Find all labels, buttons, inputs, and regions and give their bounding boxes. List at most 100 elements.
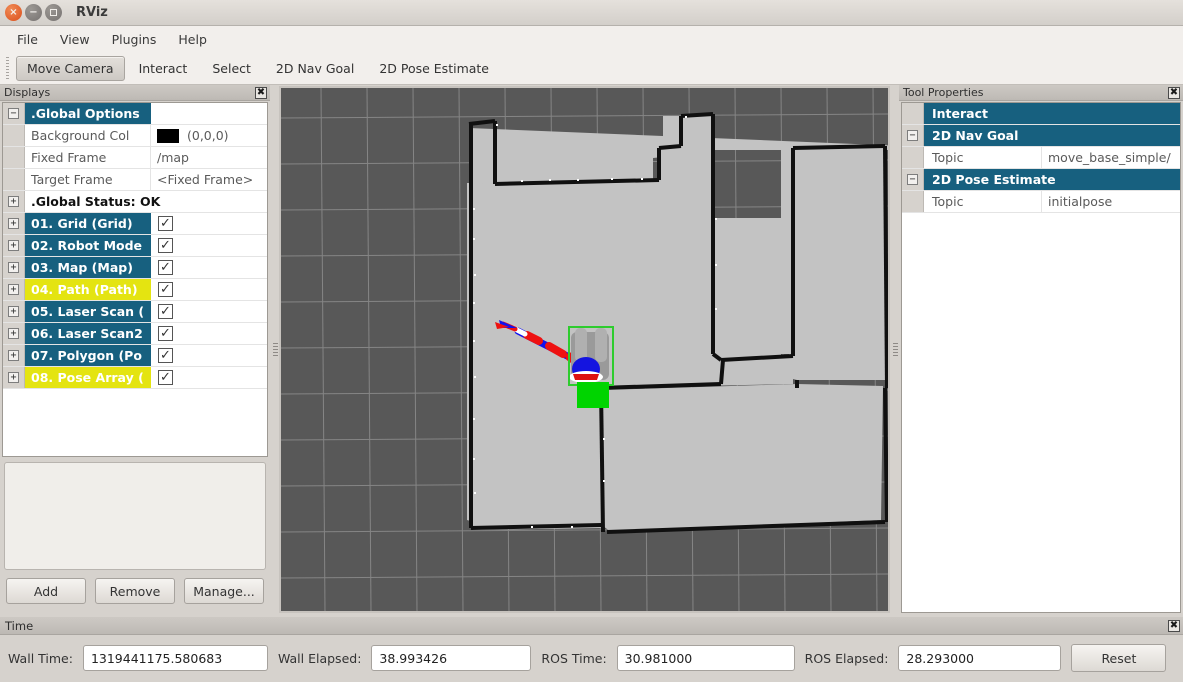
display-item-value[interactable]: ✓ — [151, 235, 267, 256]
enable-checkbox[interactable]: ✓ — [158, 238, 173, 253]
display-item-value[interactable]: ✓ — [151, 367, 267, 388]
table-row[interactable]: Background Col(0,0,0) — [3, 125, 267, 147]
display-item-value[interactable]: <Fixed Frame> — [151, 169, 267, 190]
tool-2d-pose-estimate[interactable]: 2D Pose Estimate — [368, 56, 500, 81]
display-item-label: 02. Robot Mode — [25, 235, 151, 256]
expand-icon[interactable]: + — [8, 306, 19, 317]
table-row[interactable]: +07. Polygon (Po✓ — [3, 345, 267, 367]
ros-elapsed-value[interactable]: 28.293000 — [898, 645, 1061, 671]
wall-elapsed-value[interactable]: 38.993426 — [371, 645, 531, 671]
table-row[interactable]: +04. Path (Path)✓ — [3, 279, 267, 301]
table-row[interactable]: +06. Laser Scan2✓ — [3, 323, 267, 345]
display-item-value[interactable]: ✓ — [151, 257, 267, 278]
table-row[interactable]: +01. Grid (Grid)✓ — [3, 213, 267, 235]
color-value-text: (0,0,0) — [187, 128, 229, 143]
tool-interact[interactable]: Interact — [128, 56, 199, 81]
menu-help[interactable]: Help — [169, 29, 216, 50]
render-viewport[interactable] — [279, 86, 890, 613]
reset-button[interactable]: Reset — [1071, 644, 1166, 672]
table-row[interactable]: Interact — [902, 103, 1180, 125]
display-item-value[interactable] — [151, 103, 267, 124]
display-item-value[interactable]: ✓ — [151, 213, 267, 234]
close-window-icon[interactable]: × — [5, 4, 22, 21]
close-icon[interactable]: ✖ — [1168, 87, 1180, 99]
maximize-window-icon[interactable] — [45, 4, 62, 21]
display-item-value[interactable]: ✓ — [151, 345, 267, 366]
close-icon[interactable]: ✖ — [255, 87, 267, 99]
row-gutter: + — [3, 323, 25, 344]
tool-move-camera[interactable]: Move Camera — [16, 56, 125, 81]
color-swatch[interactable] — [157, 129, 179, 143]
tool-select[interactable]: Select — [201, 56, 262, 81]
menu-view[interactable]: View — [51, 29, 99, 50]
display-item-label: 08. Pose Array ( — [25, 367, 151, 388]
display-item-value[interactable]: ✓ — [151, 323, 267, 344]
row-gutter: + — [3, 213, 25, 234]
add-button[interactable]: Add — [6, 578, 86, 604]
expand-icon[interactable]: + — [8, 240, 19, 251]
collapse-icon[interactable]: − — [907, 174, 918, 185]
display-item-value[interactable]: ✓ — [151, 279, 267, 300]
tool-property-value[interactable]: initialpose — [1042, 191, 1180, 212]
tool-property-label: Topic — [924, 147, 1042, 168]
table-row[interactable]: +02. Robot Mode ✓ — [3, 235, 267, 257]
remove-button[interactable]: Remove — [95, 578, 175, 604]
display-item-label: .Global Options — [25, 103, 151, 124]
table-row[interactable]: +.Global Status: OK — [3, 191, 267, 213]
tool-2d-nav-goal[interactable]: 2D Nav Goal — [265, 56, 365, 81]
table-row[interactable]: −.Global Options — [3, 103, 267, 125]
enable-checkbox[interactable]: ✓ — [158, 348, 173, 363]
display-item-value[interactable]: (0,0,0) — [151, 125, 267, 146]
expand-icon[interactable]: + — [8, 372, 19, 383]
minimize-window-icon[interactable]: − — [25, 4, 42, 21]
enable-checkbox[interactable]: ✓ — [158, 304, 173, 319]
menu-file[interactable]: File — [8, 29, 47, 50]
title-bar: × − RViz — [0, 0, 1183, 26]
expand-icon[interactable]: + — [8, 328, 19, 339]
enable-checkbox[interactable]: ✓ — [158, 326, 173, 341]
enable-checkbox[interactable]: ✓ — [158, 260, 173, 275]
table-row[interactable]: −2D Nav Goal — [902, 125, 1180, 147]
table-row[interactable]: Topicmove_base_simple/ — [902, 147, 1180, 169]
row-gutter — [3, 147, 25, 168]
splitter-grip — [893, 343, 898, 357]
table-row[interactable]: +03. Map (Map)✓ — [3, 257, 267, 279]
table-row[interactable]: Topicinitialpose — [902, 191, 1180, 213]
manage-button[interactable]: Manage... — [184, 578, 264, 604]
display-item-value[interactable] — [211, 191, 267, 212]
enable-checkbox[interactable]: ✓ — [158, 216, 173, 231]
row-gutter: + — [3, 367, 25, 388]
enable-checkbox[interactable]: ✓ — [158, 282, 173, 297]
expand-icon[interactable]: + — [8, 218, 19, 229]
row-gutter: + — [3, 279, 25, 300]
ros-time-value[interactable]: 30.981000 — [617, 645, 795, 671]
table-row[interactable]: +05. Laser Scan (✓ — [3, 301, 267, 323]
expand-icon[interactable]: + — [8, 284, 19, 295]
display-item-value[interactable]: ✓ — [151, 301, 267, 322]
enable-checkbox[interactable]: ✓ — [158, 370, 173, 385]
tool-properties-tree[interactable]: Interact−2D Nav GoalTopicmove_base_simpl… — [901, 102, 1181, 613]
menu-plugins[interactable]: Plugins — [103, 29, 166, 50]
displays-tree[interactable]: −.Global OptionsBackground Col(0,0,0)Fix… — [2, 102, 268, 457]
table-row[interactable]: Fixed Frame/map — [3, 147, 267, 169]
expand-icon[interactable]: + — [8, 196, 19, 207]
display-item-value[interactable]: /map — [151, 147, 267, 168]
row-gutter: + — [3, 345, 25, 366]
map-free-space — [467, 116, 888, 532]
table-row[interactable]: Target Frame<Fixed Frame> — [3, 169, 267, 191]
wall-elapsed-label: Wall Elapsed: — [278, 651, 361, 666]
wall-time-value[interactable]: 1319441175.580683 — [83, 645, 268, 671]
tool-property-value[interactable]: move_base_simple/ — [1042, 147, 1180, 168]
table-row[interactable]: −2D Pose Estimate — [902, 169, 1180, 191]
row-gutter: − — [902, 169, 924, 190]
toolbar-drag-handle[interactable] — [4, 57, 12, 79]
collapse-icon[interactable]: − — [8, 108, 19, 119]
close-icon[interactable]: ✖ — [1168, 620, 1180, 632]
collapse-icon[interactable]: − — [907, 130, 918, 141]
table-row[interactable]: +08. Pose Array ( ✓ — [3, 367, 267, 389]
expand-icon[interactable]: + — [8, 262, 19, 273]
expand-icon[interactable]: + — [8, 350, 19, 361]
tool-properties-title: Tool Properties — [903, 86, 983, 99]
ros-time-label: ROS Time: — [541, 651, 606, 666]
row-gutter — [902, 147, 924, 168]
